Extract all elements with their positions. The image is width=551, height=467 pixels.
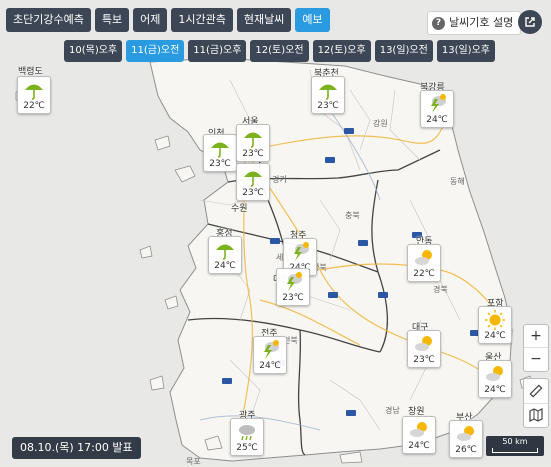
- tab-forecast[interactable]: 예보: [295, 8, 330, 32]
- weather-box-gwangju[interactable]: 25℃: [230, 418, 264, 456]
- region-label: 동해: [450, 177, 465, 186]
- issued-time: 08.10.(목) 17:00 발표: [12, 437, 141, 459]
- weather-box-seoul[interactable]: 23℃: [236, 124, 270, 162]
- umbrella-icon: [244, 132, 262, 148]
- question-icon: ?: [432, 16, 445, 30]
- temperature: 25℃: [236, 443, 258, 453]
- weather-box-daejeon[interactable]: 23℃: [276, 268, 310, 306]
- temperature: 26℃: [455, 445, 477, 455]
- temperature: 24℃: [408, 441, 430, 451]
- forecast-time-tabs: 10(목)오후 11(금)오전 11(금)오후 12(토)오전 12(토)오후 …: [64, 40, 495, 62]
- umbrella-icon: [244, 171, 262, 187]
- weather-box-suwon[interactable]: 23℃: [236, 163, 270, 201]
- region-label: 경남: [385, 406, 400, 415]
- partly-sunny-icon: [410, 422, 427, 437]
- tab-warning[interactable]: 특보: [94, 8, 130, 32]
- zoom-out-button[interactable]: −: [524, 348, 548, 370]
- map-background[interactable]: [0, 0, 551, 465]
- weather-box-daegu[interactable]: 23℃: [407, 330, 441, 368]
- weather-box-busan[interactable]: 26℃: [449, 420, 483, 458]
- temperature: 24℃: [259, 361, 281, 371]
- rain-thunder-icon: [287, 272, 302, 291]
- time-tab[interactable]: 12(토)오전: [250, 40, 309, 62]
- tab-yesterday[interactable]: 어제: [133, 8, 168, 32]
- partly-sunny-icon: [486, 366, 503, 381]
- rain-thunder-icon: [264, 340, 279, 359]
- temperature: 23℃: [209, 159, 231, 169]
- temperature: 22℃: [413, 269, 435, 279]
- temperature: 24℃: [214, 261, 236, 271]
- top-tabs: 초단기강수예측 특보 어제 1시간관측 현재날씨 예보: [6, 8, 330, 32]
- time-tab[interactable]: 10(목)오후: [64, 40, 123, 62]
- tab-hourly-observation[interactable]: 1시간관측: [171, 8, 233, 32]
- umbrella-icon: [319, 84, 337, 100]
- region-label: 경기: [272, 175, 287, 184]
- scale-bar: 50 km: [486, 436, 544, 456]
- map-layer-icon: [529, 408, 543, 422]
- weather-box-incheon[interactable]: 23℃: [203, 134, 237, 172]
- weather-box-hongseong[interactable]: 24℃: [208, 236, 242, 274]
- time-tab[interactable]: 13(일)오전: [374, 40, 433, 62]
- tab-current-weather[interactable]: 현재날씨: [236, 8, 292, 32]
- partly-sunny-icon: [457, 426, 474, 441]
- temperature: 23℃: [242, 149, 264, 159]
- partly-sunny-icon: [415, 336, 432, 351]
- ruler-icon: [529, 384, 543, 398]
- rain-thunder-icon: [294, 242, 309, 261]
- umbrella-icon: [216, 244, 234, 260]
- weather-symbol-legend-button[interactable]: ? 날씨기호 설명: [427, 11, 522, 35]
- temperature: 24℃: [484, 331, 506, 341]
- region-label: 충북: [345, 211, 360, 220]
- tab-nowcast[interactable]: 초단기강수예측: [6, 8, 91, 32]
- time-tab[interactable]: 12(토)오후: [312, 40, 371, 62]
- weather-box-bukgangneung[interactable]: 24℃: [420, 90, 454, 128]
- temperature: 23℃: [413, 355, 435, 365]
- region-label: 목포: [186, 457, 201, 466]
- weather-box-ulsan[interactable]: 24℃: [478, 360, 512, 398]
- map-tools: [523, 378, 549, 428]
- time-tab[interactable]: 11(금)오후: [188, 40, 247, 62]
- temperature: 23℃: [242, 188, 264, 198]
- external-link-icon: [525, 17, 535, 27]
- zoom-controls: + −: [523, 324, 549, 372]
- weather-box-bukchuncheon[interactable]: 23℃: [311, 76, 345, 114]
- map-layer-button[interactable]: [524, 404, 548, 427]
- time-tab-selected[interactable]: 11(금)오전: [126, 40, 185, 62]
- zoom-in-button[interactable]: +: [524, 325, 548, 348]
- rain-thunder-icon: [431, 94, 446, 113]
- region-label: 강원: [373, 119, 388, 128]
- temperature: 24℃: [484, 385, 506, 395]
- weather-box-pohang[interactable]: 24℃: [478, 306, 512, 344]
- weather-box-jeonju[interactable]: 24℃: [253, 336, 287, 374]
- scale-label: 50 km: [502, 437, 528, 446]
- weather-box-andong[interactable]: 22℃: [407, 244, 441, 282]
- umbrella-icon: [25, 84, 43, 100]
- cloudy-rain-icon: [239, 425, 255, 441]
- legend-button-label: 날씨기호 설명: [449, 16, 514, 29]
- sunny-icon: [485, 310, 505, 330]
- weather-box-baengnyeongdo[interactable]: 22℃: [17, 76, 51, 114]
- region-label: 경북: [433, 285, 448, 294]
- partly-sunny-icon: [415, 250, 432, 265]
- temperature: 24℃: [426, 115, 448, 125]
- temperature: 22℃: [23, 101, 45, 111]
- scale-line: [492, 448, 538, 453]
- umbrella-icon: [211, 142, 229, 158]
- time-tab[interactable]: 13(일)오후: [436, 40, 495, 62]
- temperature: 23℃: [282, 293, 304, 303]
- station-name: 수원: [231, 204, 248, 214]
- measure-button[interactable]: [524, 379, 548, 404]
- temperature: 23℃: [317, 101, 339, 111]
- external-link-button[interactable]: [518, 10, 542, 34]
- weather-box-changwon[interactable]: 24℃: [402, 416, 436, 454]
